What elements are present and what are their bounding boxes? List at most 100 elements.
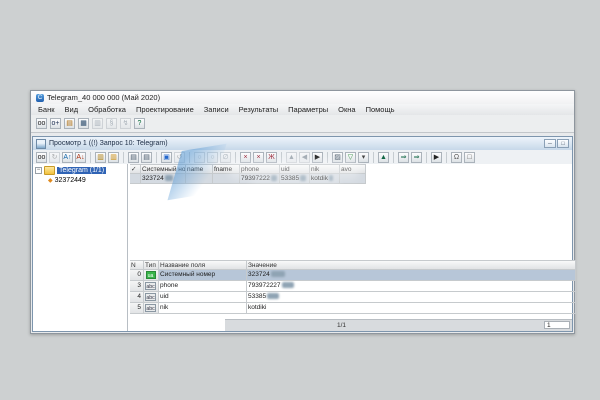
nav-next-icon[interactable]: ▶ [312,152,323,163]
menu-item-0[interactable]: Банк [33,105,60,114]
field-type-icon: abc [145,293,155,301]
grid-cell[interactable]: 323724 [141,174,186,184]
toolbar-separator [393,152,394,163]
find-icon[interactable]: oo [36,118,47,129]
export-all-icon[interactable]: ⇒ [411,152,422,163]
sort-asc-icon[interactable]: A↑ [62,152,73,163]
field-row-number: 4 [130,292,144,303]
grid-marker-header: ✓ [130,164,141,174]
execute-icon[interactable]: ↯ [120,118,131,129]
grid-cell[interactable] [340,174,366,184]
menu-item-6[interactable]: Параметры [283,105,333,114]
field-value-cell[interactable]: kotdiki [247,303,576,314]
notebook-add-icon[interactable]: ▥ [108,152,119,163]
field-name-cell[interactable]: uid [159,292,247,303]
minimize-button[interactable]: ─ [544,139,556,148]
find-icon[interactable]: oo [36,152,47,163]
merge-icon[interactable]: Ж [266,152,277,163]
tree-expander-icon[interactable]: − [35,167,42,174]
view-icon [36,139,46,149]
grid-cell[interactable] [213,174,240,184]
record-pager: 1/1 [337,322,346,329]
field-name-cell[interactable]: phone [159,281,247,292]
redacted-value [267,293,279,299]
main-toolbar: ooo+▤▦▥§↯? [31,115,574,133]
find-person-icon[interactable]: o+ [50,118,61,129]
menu-item-5[interactable]: Результаты [234,105,284,114]
grid-cell[interactable]: kotdik [310,174,340,184]
nav-prev-icon[interactable]: ◀ [299,152,310,163]
undo-icon[interactable]: ↺ [174,152,185,163]
child-window-buttons: ─ □ [544,139,569,148]
filter-icon[interactable]: ▽ [345,152,356,163]
menu-item-7[interactable]: Окна [333,105,360,114]
tree-record-node[interactable]: ◆ 32372449 [33,175,127,185]
clear-icon[interactable]: ∅ [220,152,231,163]
menu-item-8[interactable]: Помощь [361,105,400,114]
fields-column-header[interactable]: Значение [247,260,576,270]
grid-column-header[interactable]: Системный номер [141,164,186,174]
grid-cell[interactable]: 79397222 [240,174,280,184]
child-toolbar: oo↻A↑A↓▥▥▤▤▣↺○○∅××Ж▲◀▶▨▽▾▲⇒⇒▶Ω□ [33,150,572,165]
open-form-icon[interactable]: ▤ [64,118,75,129]
table-view-icon[interactable]: ▦ [78,118,89,129]
field-name-cell[interactable]: nik [159,303,247,314]
menu-item-3[interactable]: Проектирование [131,105,199,114]
nav-up-icon[interactable]: ▲ [286,152,297,163]
grid-cell[interactable]: 53385 [280,174,310,184]
preview-icon[interactable]: ○ [194,152,205,163]
zoom-icon[interactable]: ○ [207,152,218,163]
field-value-cell[interactable]: 793972227 [247,281,576,292]
go-last-icon[interactable]: ▶ [431,152,442,163]
delete-all-icon[interactable]: × [253,152,264,163]
grid-column-header[interactable]: phone [240,164,280,174]
tree-record-label[interactable]: 32372449 [55,177,86,184]
field-type-cell: abc [144,292,159,303]
field-type-cell: abc [144,303,159,314]
tree-root-label[interactable]: Telegram (1/1) [57,167,106,174]
menu-item-4[interactable]: Записи [199,105,234,114]
toolbar-separator [426,152,427,163]
fields-column-header[interactable]: N [130,260,144,270]
tree-levels-icon[interactable]: ▲ [378,152,389,163]
menu-item-1[interactable]: Вид [60,105,84,114]
toolbar-separator [373,152,374,163]
grid-column-header[interactable]: name [186,164,213,174]
desktop-background: C Telegram_40 000 000 (Май 2020) БанкВид… [0,0,600,400]
delete-record-icon[interactable]: × [240,152,251,163]
levels-icon[interactable]: ▥ [92,118,103,129]
field-type-cell: uа [144,270,159,281]
tree-root[interactable]: − Telegram (1/1) [33,165,127,175]
field-value-cell[interactable]: 53385 [247,292,576,303]
report-icon[interactable]: □ [464,152,475,163]
grid-column-header[interactable]: uid [280,164,310,174]
grid-marker-cell [130,174,141,184]
grid-column-header[interactable]: nik [310,164,340,174]
form-icon[interactable]: ▨ [332,152,343,163]
field-value-cell[interactable]: 323724 [247,270,576,281]
grid-column-header[interactable]: avo [340,164,366,174]
grid-cell[interactable] [186,174,213,184]
save-icon[interactable]: ▣ [161,152,172,163]
field-name-cell[interactable]: Системный номер [159,270,247,281]
help-icon[interactable]: ? [134,118,145,129]
filter-menu-icon[interactable]: ▾ [358,152,369,163]
toolbar-separator [156,152,157,163]
toolbar-separator [327,152,328,163]
notebook-icon[interactable]: ▥ [95,152,106,163]
print-icon[interactable]: ▤ [128,152,139,163]
window-titlebar: C Telegram_40 000 000 (Май 2020) [31,91,574,105]
menu-item-2[interactable]: Обработка [83,105,131,114]
refresh-icon[interactable]: ↻ [49,152,60,163]
export-icon[interactable]: ⇒ [398,152,409,163]
grid-column-header[interactable]: fname [213,164,240,174]
query-icon[interactable]: § [106,118,117,129]
maximize-button[interactable]: □ [557,139,569,148]
fields-column-header[interactable]: Тип [144,260,159,270]
fields-column-header[interactable]: Название поля [159,260,247,270]
field-row-number: 5 [130,303,144,314]
sort-desc-icon[interactable]: A↓ [75,152,86,163]
print-setup-icon[interactable]: ▤ [141,152,152,163]
redacted-value [271,271,285,277]
lock-icon[interactable]: Ω [451,152,462,163]
